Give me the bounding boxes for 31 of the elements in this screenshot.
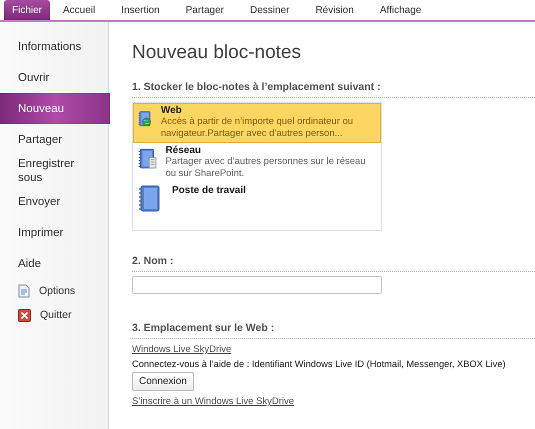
sidebar-item[interactable]: Aide (0, 248, 110, 279)
name-field[interactable] (132, 276, 382, 294)
signup-link[interactable]: S’inscrire à un Windows Live SkyDrive (132, 396, 294, 407)
sidebar-item[interactable]: Ouvrir (0, 62, 110, 93)
location-option[interactable]: Réseau Partager avec d’autres personnes sur le réseau ou sur SharePoint. (133, 143, 381, 183)
tab[interactable]: Fichier (4, 0, 50, 20)
close-icon (18, 308, 31, 322)
sidebar-item[interactable]: Options (0, 279, 110, 303)
page-title: Nouveau bloc-notes (132, 42, 302, 64)
sign-in-info: Connectez-vous à l’aide de : Identifiant Windows Live ID (Hotmail, Messenger, XBOX Live) (132, 359, 507, 369)
section-heading: 3. Emplacement sur le Web : (132, 322, 535, 339)
tab[interactable]: Révision (302, 0, 367, 20)
tab[interactable]: Partager (172, 0, 237, 20)
sidebar-item[interactable]: Imprimer (0, 217, 110, 248)
section-heading: 2. Nom : (132, 255, 535, 272)
sidebar-item[interactable]: Informations (0, 31, 110, 62)
location-option[interactable]: Poste de travail (133, 183, 381, 216)
sign-in-button[interactable]: Connexion (132, 372, 194, 391)
sidebar-item[interactable]: Enregistrer sous (0, 155, 110, 186)
document-icon (18, 284, 30, 298)
tab[interactable]: Insertion (108, 0, 173, 20)
sidebar-item[interactable]: Envoyer (0, 186, 110, 217)
tab[interactable]: Accueil (50, 0, 108, 20)
section-heading: 1. Stocker le bloc-notes à l’emplacement suivant : (132, 81, 535, 98)
tab[interactable]: Affichage (366, 0, 434, 20)
sidebar-item[interactable]: Partager (0, 124, 110, 155)
service-link[interactable]: Windows Live SkyDrive (132, 344, 232, 355)
sidebar-item[interactable]: Nouveau (0, 93, 110, 124)
tab[interactable]: Dessiner (236, 0, 302, 20)
location-option[interactable]: Web Accès à partir de n’importe quel ordinateur ou navigateur.Partager avec d’autres person... (133, 103, 381, 143)
sidebar-item[interactable]: Quitter (0, 303, 110, 327)
